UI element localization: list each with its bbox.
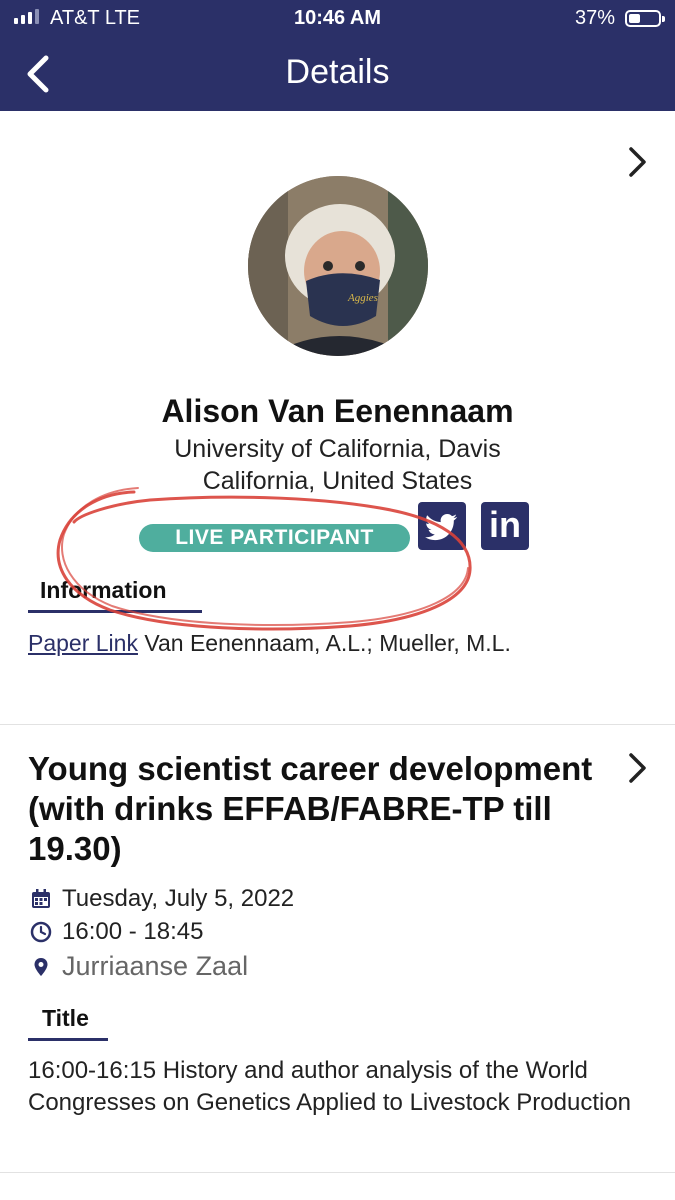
svg-text:Aggies: Aggies bbox=[347, 292, 378, 304]
session-time: 16:00 - 18:45 bbox=[62, 918, 204, 945]
speaker-affiliation: University of California, Davis Californ… bbox=[0, 433, 675, 497]
section-divider bbox=[0, 724, 675, 725]
session-date-row: Tuesday, July 5, 2022 bbox=[30, 885, 294, 913]
twitter-icon bbox=[425, 514, 458, 541]
affiliation-location: California, United States bbox=[202, 467, 473, 495]
location-pin-icon bbox=[34, 957, 48, 976]
chevron-right-icon[interactable] bbox=[622, 751, 652, 785]
live-participant-badge: LIVE PARTICIPANT bbox=[139, 524, 410, 552]
page-title: Details bbox=[285, 53, 390, 91]
avatar-photo: Aggies bbox=[248, 176, 428, 356]
session-location-row: Jurriaanse Zaal bbox=[30, 951, 248, 982]
tab-active-indicator bbox=[28, 1038, 108, 1041]
status-time: 10:46 AM bbox=[293, 7, 382, 29]
speaker-avatar: Aggies bbox=[248, 176, 428, 356]
session-description: 16:00-16:15 History and author analysis … bbox=[28, 1057, 632, 1116]
chevron-right-icon[interactable] bbox=[622, 145, 652, 179]
tab-title[interactable]: Title bbox=[42, 1005, 89, 1032]
paper-link[interactable]: Paper Link bbox=[28, 630, 138, 656]
battery-icon bbox=[625, 10, 665, 27]
battery-percent: 37% bbox=[574, 7, 615, 29]
session-time-row: 16:00 - 18:45 bbox=[30, 918, 203, 946]
section-divider bbox=[0, 1172, 675, 1173]
affiliation-institution: University of California, Davis bbox=[174, 435, 501, 463]
linkedin-icon: in bbox=[489, 504, 521, 545]
status-bar: AT&T LTE 10:46 AM 37% bbox=[0, 0, 675, 38]
calendar-icon bbox=[32, 889, 50, 908]
session-date: Tuesday, July 5, 2022 bbox=[62, 885, 295, 912]
session-location: Jurriaanse Zaal bbox=[62, 951, 249, 981]
speaker-name: Alison Van Eenennaam bbox=[161, 393, 514, 429]
paper-authors: Van Eenennaam, A.L.; Mueller, M.L. bbox=[144, 630, 511, 656]
twitter-button[interactable] bbox=[418, 502, 466, 550]
clock-icon bbox=[30, 921, 52, 943]
paper-row: Paper Link Van Eenennaam, A.L.; Mueller,… bbox=[28, 630, 511, 657]
tab-information[interactable]: Information bbox=[40, 577, 167, 604]
top-navigation-bar: AT&T LTE 10:46 AM 37% Details bbox=[0, 0, 675, 111]
session-title[interactable]: Young scientist career development (with… bbox=[28, 749, 618, 869]
linkedin-button[interactable]: in bbox=[481, 502, 529, 550]
tab-active-indicator bbox=[28, 610, 202, 613]
